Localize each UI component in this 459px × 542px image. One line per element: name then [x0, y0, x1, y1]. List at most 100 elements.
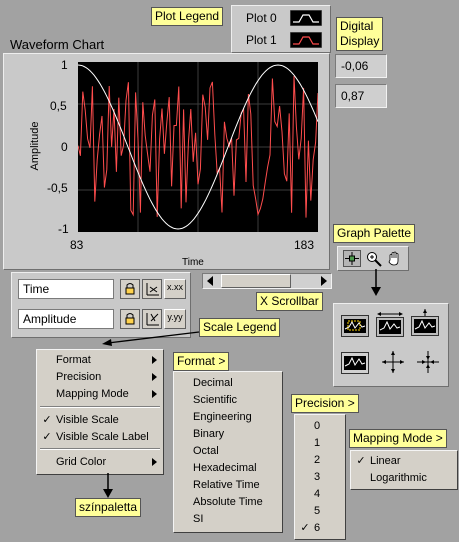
plot-area[interactable] — [78, 62, 318, 232]
format-option-label: Scientific — [193, 394, 238, 406]
y-scale-format-button[interactable]: y.yy — [164, 309, 186, 329]
digital-display-callout-text: Digital Display — [340, 19, 380, 48]
zoom-out-point-icon[interactable] — [416, 350, 440, 374]
lock-icon[interactable] — [120, 279, 140, 299]
submenu-arrow-icon — [152, 373, 157, 381]
menu-item-visible-scale[interactable]: ✓ Visible Scale — [37, 412, 163, 428]
zoom-in-point-icon[interactable] — [381, 350, 405, 374]
chart-title: Waveform Chart — [10, 37, 105, 52]
format-option[interactable]: Engineering — [174, 409, 282, 425]
mapping-mode-submenu: ✓ Linear Logarithmic — [350, 450, 458, 490]
format-option[interactable]: Relative Time — [174, 477, 282, 493]
zoom-x-icon[interactable] — [376, 311, 404, 337]
arrow-down-icon — [103, 473, 113, 498]
y-tick-label: 0,5 — [50, 99, 67, 113]
x-tick-label: 83 — [70, 238, 84, 252]
precision-option[interactable]: 5 — [295, 503, 345, 519]
precision-option-label: 0 — [314, 420, 321, 432]
precision-option[interactable]: 4 — [295, 486, 345, 502]
x-scrollbar-thumb[interactable] — [221, 274, 291, 288]
format-option[interactable]: Octal — [174, 443, 282, 459]
format-option-label: Decimal — [193, 377, 233, 389]
y-tick-label: 1 — [61, 58, 68, 72]
submenu-arrow-icon — [152, 356, 157, 364]
graph-palette-callout: Graph Palette — [333, 224, 416, 243]
x-axis-label: Time — [182, 257, 204, 268]
format-option[interactable]: SI — [174, 511, 282, 527]
precision-submenu: 0 1 2 3 4 5 ✓ 6 — [294, 414, 346, 540]
precision-option[interactable]: 0 — [295, 418, 345, 434]
submenu-arrow-icon — [152, 458, 157, 466]
scale-legend-callout: Scale Legend — [199, 318, 281, 337]
menu-item-visible-scale-label[interactable]: ✓ Visible Scale Label — [37, 429, 163, 445]
zoom-fit-icon[interactable] — [341, 352, 369, 374]
format-submenu: Decimal Scientific Engineering Binary Octal H… — [173, 371, 283, 533]
plot-legend-callout: Plot Legend — [151, 7, 224, 26]
digital-display-value: 0,87 — [341, 89, 365, 103]
zoom-rect-icon[interactable] — [341, 315, 369, 337]
digital-display-plot-1[interactable]: 0,87 — [335, 84, 387, 108]
pan-hand-icon[interactable] — [386, 250, 404, 267]
precision-option[interactable]: ✓ 6 — [295, 520, 345, 536]
precision-option[interactable]: 2 — [295, 452, 345, 468]
format-option-label: Relative Time — [193, 479, 260, 491]
legend-plot-1-label: Plot 1 — [246, 33, 277, 47]
precision-option[interactable]: 1 — [295, 435, 345, 451]
cursor-move-icon[interactable] — [343, 250, 361, 267]
plot-legend[interactable]: Plot 0 Plot 1 — [231, 5, 331, 53]
menu-separator — [40, 406, 160, 408]
precision-option[interactable]: 3 — [295, 469, 345, 485]
x-tick-label: 183 — [294, 238, 315, 252]
submenu-arrow-icon — [152, 390, 157, 398]
y-tick-label: -0,5 — [47, 181, 68, 195]
mapping-option-label: Linear — [370, 455, 401, 467]
x-autoscale-icon[interactable] — [142, 279, 162, 299]
format-option-label: Hexadecimal — [193, 462, 257, 474]
format-option[interactable]: Decimal — [174, 375, 282, 391]
precision-option-label: 5 — [314, 505, 321, 517]
format-option[interactable]: Absolute Time — [174, 494, 282, 510]
menu-separator — [40, 448, 160, 450]
mapping-mode-callout: Mapping Mode > — [349, 429, 447, 448]
x-scale-name-field[interactable]: Time — [18, 279, 114, 299]
y-autoscale-icon[interactable] — [142, 309, 162, 329]
precision-option-label: 3 — [314, 471, 321, 483]
format-option-label: Binary — [193, 428, 225, 440]
precision-option-label: 1 — [314, 437, 321, 449]
menu-item-format[interactable]: Format — [37, 352, 163, 368]
x-scale-format-button[interactable]: x.xx — [164, 279, 186, 299]
menu-item-grid-color[interactable]: Grid Color — [37, 454, 163, 470]
format-callout: Format > — [173, 352, 230, 371]
zoom-y-icon[interactable] — [411, 309, 441, 337]
color-palette-callout: színpaletta — [75, 498, 142, 517]
format-option-label: Engineering — [193, 411, 252, 423]
scale-legend: Time x.xx Amplitude y.yy — [11, 272, 191, 338]
legend-item-plot-0[interactable]: Plot 0 — [236, 8, 326, 28]
digital-display-callout: Digital Display — [336, 17, 384, 51]
scroll-right-icon[interactable] — [321, 276, 327, 286]
format-option-label: Octal — [193, 445, 219, 457]
digital-display-plot-0[interactable]: -0,06 — [335, 54, 387, 78]
scroll-left-icon[interactable] — [207, 276, 213, 286]
x-scrollbar[interactable] — [202, 273, 332, 289]
legend-item-plot-1[interactable]: Plot 1 — [236, 30, 326, 50]
format-option[interactable]: Scientific — [174, 392, 282, 408]
mapping-option[interactable]: ✓ Linear — [351, 453, 457, 469]
arrow-icon — [102, 331, 200, 346]
format-option[interactable]: Binary — [174, 426, 282, 442]
y-tick-label: -1 — [58, 222, 69, 236]
plot-1-swatch-icon — [290, 32, 322, 48]
menu-item-mapping-mode[interactable]: Mapping Mode — [37, 386, 163, 402]
scale-context-menu: Format Precision Mapping Mode ✓ Visible … — [36, 349, 164, 475]
zoom-palette — [333, 303, 449, 387]
mapping-option-label: Logarithmic — [370, 472, 427, 484]
menu-item-precision[interactable]: Precision — [37, 369, 163, 385]
zoom-icon[interactable] — [365, 250, 383, 267]
format-option[interactable]: Hexadecimal — [174, 460, 282, 476]
x-scrollbar-callout: X Scrollbar — [256, 292, 323, 311]
graph-palette — [337, 246, 409, 271]
y-tick-label: 0 — [61, 140, 68, 154]
mapping-option[interactable]: Logarithmic — [351, 470, 457, 486]
y-scale-name-field[interactable]: Amplitude — [18, 309, 114, 329]
lock-icon[interactable] — [120, 309, 140, 329]
